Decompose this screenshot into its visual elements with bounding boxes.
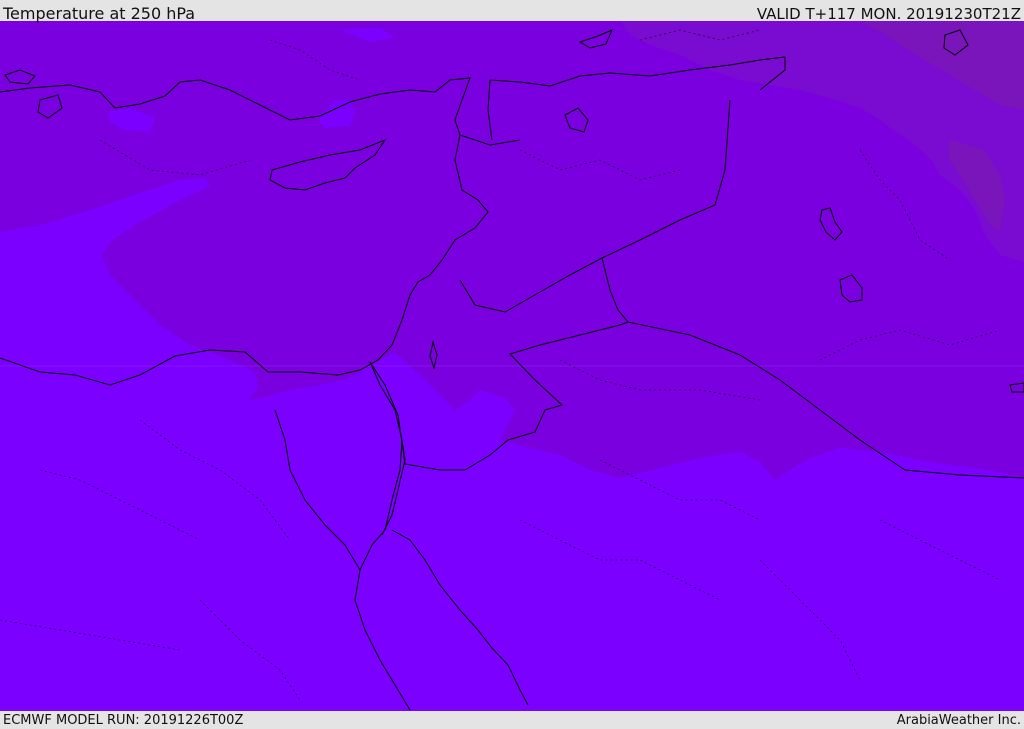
temperature-map[interactable] <box>0 21 1024 711</box>
map-title: Temperature at 250 hPa <box>3 4 196 23</box>
header-bar: Temperature at 250 hPa VALID T+117 MON. … <box>0 0 1024 23</box>
model-run: ECMWF MODEL RUN: 20191226T00Z <box>3 712 244 728</box>
credit: ArabiaWeather Inc. <box>896 712 1021 728</box>
map-canvas <box>0 21 1024 711</box>
footer-bar: ECMWF MODEL RUN: 20191226T00Z ArabiaWeat… <box>0 711 1024 729</box>
map-frame: Temperature at 250 hPa VALID T+117 MON. … <box>0 0 1024 729</box>
valid-time: VALID T+117 MON. 20191230T21Z <box>756 4 1021 23</box>
